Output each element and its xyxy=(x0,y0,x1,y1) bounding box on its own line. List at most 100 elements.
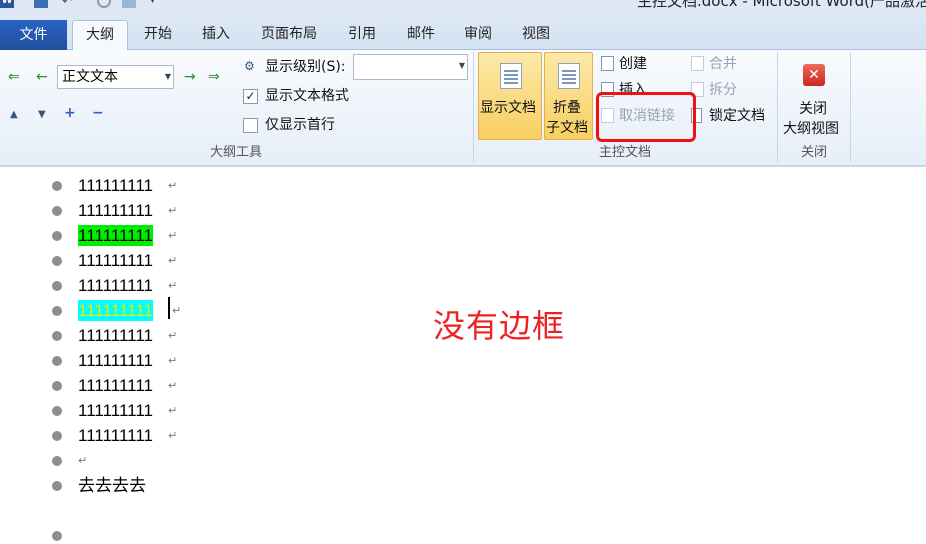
outline-item-text: 111111111 xyxy=(78,225,153,246)
collapse-icon[interactable]: − xyxy=(92,106,104,120)
collapse-subdocuments-button[interactable]: 折叠 子文档 xyxy=(544,52,593,140)
paragraph-mark: ↵ xyxy=(168,279,178,292)
outline-bullet[interactable] xyxy=(52,256,62,266)
document-area[interactable]: 111111111 ↵ 111111111 ↵ 111111111 ↵ 1111… xyxy=(0,167,926,544)
title-bar: W ↶ ▾ 主控文档.docx - Microsoft Word(产品激活 xyxy=(0,0,926,14)
customize-quick-access-icon[interactable]: ▾ xyxy=(150,0,164,8)
master-document-group-label: 主控文档 xyxy=(598,145,651,160)
tab-home[interactable]: 开始 xyxy=(132,20,184,50)
split-subdocument-button[interactable]: 拆分 xyxy=(709,81,737,99)
paragraph-mark: ↵ xyxy=(168,329,178,342)
collapse-label-line2: 子文档 xyxy=(546,120,588,136)
paragraph-mark: ↵ xyxy=(168,204,178,217)
paragraph-mark: ↵ xyxy=(168,254,178,267)
ribbon-tab-row: 文件 大纲 开始 插入 页面布局 引用 邮件 审阅 视图 xyxy=(0,14,926,51)
window-title: 主控文档.docx - Microsoft Word(产品激活 xyxy=(637,0,926,10)
outline-bullet[interactable] xyxy=(52,456,62,466)
tab-insert[interactable]: 插入 xyxy=(190,20,242,50)
tab-view[interactable]: 视图 xyxy=(510,20,562,50)
create-subdocument-button[interactable]: 创建 xyxy=(619,55,647,73)
outline-level-dropdown[interactable]: 正文文本 ▼ xyxy=(57,65,174,89)
redo-icon[interactable] xyxy=(97,0,111,8)
outline-bullet[interactable] xyxy=(52,281,62,291)
outline-bullet[interactable] xyxy=(52,531,62,541)
outline-bullet[interactable] xyxy=(52,481,62,491)
outline-bullet[interactable] xyxy=(52,306,62,316)
outline-bullet[interactable] xyxy=(52,181,62,191)
show-level-icon: ⚙ xyxy=(244,59,255,73)
show-text-format-checkbox[interactable]: ✓ xyxy=(243,89,258,104)
show-document-button[interactable]: 显示文档 xyxy=(478,52,542,140)
tab-references[interactable]: 引用 xyxy=(336,20,388,50)
text-cursor xyxy=(168,297,170,319)
outline-bullet[interactable] xyxy=(52,381,62,391)
tab-review[interactable]: 审阅 xyxy=(452,20,504,50)
move-down-icon[interactable]: ▼ xyxy=(38,108,46,122)
collapse-subdocuments-icon xyxy=(558,63,580,89)
group-divider xyxy=(850,52,851,162)
show-document-label: 显示文档 xyxy=(480,100,536,116)
outline-item-text: 111111111 xyxy=(78,426,153,445)
tab-outline[interactable]: 大纲 xyxy=(72,20,128,51)
print-preview-icon[interactable] xyxy=(122,0,136,8)
close-icon: ✕ xyxy=(803,64,825,86)
undo-icon[interactable]: ↶ xyxy=(62,0,76,8)
paragraph-mark: ↵ xyxy=(78,454,88,467)
outline-tools-group-label: 大纲工具 xyxy=(209,145,262,160)
paragraph-mark: ↵ xyxy=(168,354,178,367)
outline-bullet[interactable] xyxy=(52,406,62,416)
outline-item-text: 111111111 xyxy=(78,376,153,395)
outline-bullet[interactable] xyxy=(52,231,62,241)
lock-document-button[interactable]: 锁定文档 xyxy=(709,107,765,125)
paragraph-mark: ↵ xyxy=(168,404,178,417)
paragraph-mark: ↵ xyxy=(168,179,178,192)
paragraph-mark: ↵ xyxy=(168,229,178,242)
outline-item-text: 111111111 xyxy=(78,201,153,220)
paragraph-mark: ↵ xyxy=(172,304,182,317)
outline-item-text: 去去去去 xyxy=(78,476,146,495)
tab-mailings[interactable]: 邮件 xyxy=(395,20,447,50)
expand-icon[interactable]: + xyxy=(64,106,76,120)
demote-icon[interactable]: → xyxy=(184,69,196,85)
chevron-down-icon: ▼ xyxy=(458,61,465,70)
outline-level-value: 正文文本 xyxy=(62,69,118,85)
outline-bullet[interactable] xyxy=(52,356,62,366)
outline-item-text: 111111111 xyxy=(78,251,153,270)
ribbon: ⇐ ← 正文文本 ▼ → ⇒ ▲ ▼ + − ⚙ 显示级别(S): ▼ ✓ 显示… xyxy=(0,50,926,167)
outline-bullet[interactable] xyxy=(52,331,62,341)
show-level-label: 显示级别(S): xyxy=(265,59,346,75)
merge-subdocument-button[interactable]: 合并 xyxy=(709,55,737,73)
outline-item-text: 111111111 xyxy=(78,276,153,295)
show-text-format-label: 显示文本格式 xyxy=(265,88,349,104)
paragraph-mark: ↵ xyxy=(168,429,178,442)
save-icon[interactable] xyxy=(34,0,48,8)
close-group-label: 关闭 xyxy=(800,145,827,160)
tab-file[interactable]: 文件 xyxy=(0,20,67,50)
collapse-label-line1: 折叠 xyxy=(553,100,581,116)
show-document-icon xyxy=(500,63,522,89)
show-level-dropdown[interactable]: ▼ xyxy=(353,54,468,80)
outline-item-text: 111111111 xyxy=(78,300,153,321)
close-label-line2: 大纲视图 xyxy=(783,121,839,137)
annotation-text: 没有边框 xyxy=(433,307,566,345)
outline-bullet[interactable] xyxy=(52,206,62,216)
outline-item-text: 111111111 xyxy=(78,401,153,420)
close-label-line1: 关闭 xyxy=(799,101,827,117)
demote-to-body-icon[interactable]: ⇒ xyxy=(208,69,220,85)
outline-item-text: 111111111 xyxy=(78,176,153,195)
paragraph-mark: ↵ xyxy=(168,379,178,392)
move-up-icon[interactable]: ▲ xyxy=(10,108,18,122)
chevron-down-icon: ▼ xyxy=(164,72,171,81)
tab-page-layout[interactable]: 页面布局 xyxy=(252,20,326,50)
create-subdocument-icon[interactable] xyxy=(601,56,614,71)
promote-icon[interactable]: ← xyxy=(36,69,48,85)
word-app-icon[interactable]: W xyxy=(0,0,14,8)
close-outline-view-button[interactable]: ✕ 关闭 大纲视图 xyxy=(781,54,847,140)
show-first-line-label: 仅显示首行 xyxy=(265,117,335,133)
show-first-line-checkbox[interactable] xyxy=(243,118,258,133)
promote-to-heading1-icon[interactable]: ⇐ xyxy=(8,69,20,85)
merge-subdocument-icon xyxy=(691,56,704,71)
outline-bullet[interactable] xyxy=(52,431,62,441)
outline-item-text: 111111111 xyxy=(78,351,153,370)
outline-item-text: 111111111 xyxy=(78,326,153,345)
